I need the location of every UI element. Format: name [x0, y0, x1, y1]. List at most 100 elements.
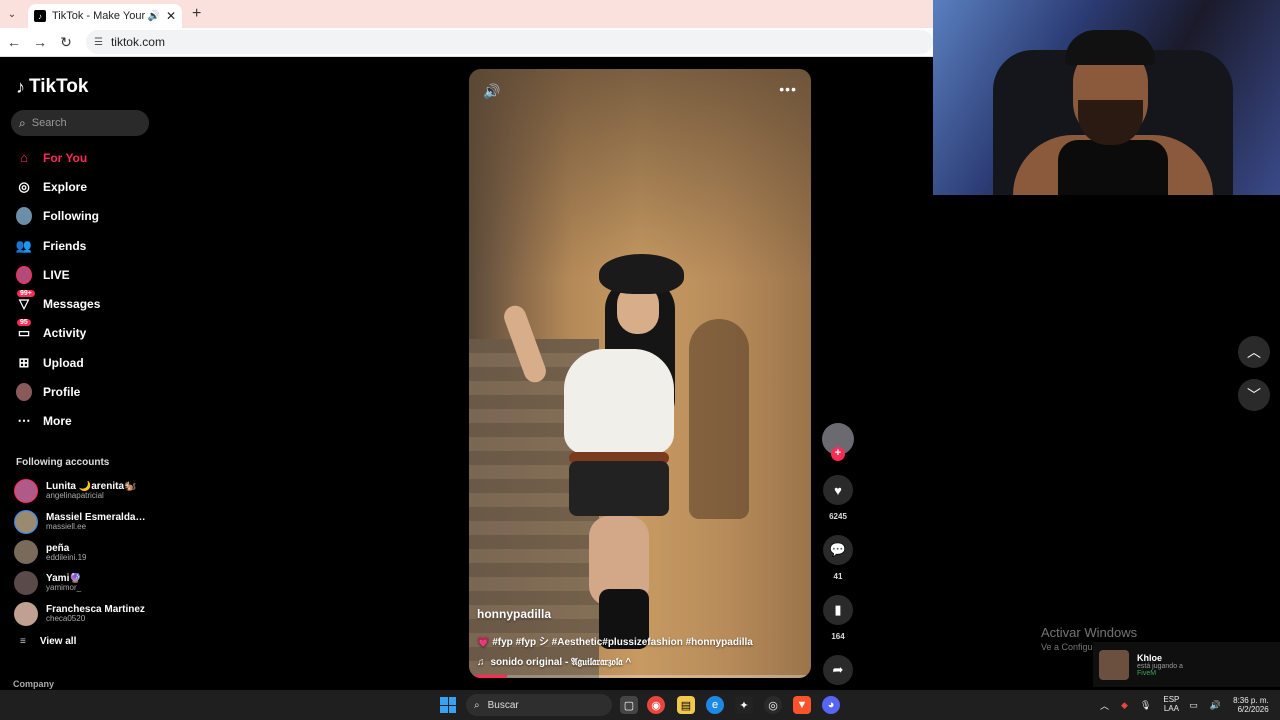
- obs-icon[interactable]: ◎: [764, 696, 782, 714]
- friends-icon: 👥: [15, 237, 33, 253]
- creator-avatar[interactable]: +: [822, 423, 854, 461]
- tiktok-favicon-icon: ♪: [34, 10, 46, 22]
- save-button[interactable]: ▮: [823, 595, 853, 625]
- clock[interactable]: 8:36 p. m. 6/2/2026: [1233, 696, 1269, 714]
- url-field[interactable]: ☰ tiktok.com: [86, 30, 933, 54]
- nav-explore[interactable]: ◎ Explore: [0, 172, 160, 201]
- nav-profile[interactable]: Profile: [0, 377, 160, 406]
- site-info-icon[interactable]: ☰: [94, 37, 103, 48]
- chrome-icon[interactable]: ◉: [647, 696, 665, 714]
- new-tab-button[interactable]: +: [192, 5, 201, 23]
- previous-video-button[interactable]: ︿: [1238, 336, 1270, 368]
- nav-label: Messages: [43, 297, 101, 312]
- taskbar-search[interactable]: ⌕ Buscar: [466, 694, 612, 716]
- file-explorer-icon[interactable]: ▤: [677, 696, 695, 714]
- back-button[interactable]: ←: [2, 34, 26, 50]
- nav-label: More: [43, 414, 72, 429]
- brave-icon[interactable]: ▼: [793, 696, 811, 714]
- tray-overflow-icon[interactable]: ︿: [1100, 699, 1109, 712]
- video-username[interactable]: honnypadilla: [477, 607, 797, 621]
- nav-friends[interactable]: 👥 Friends: [0, 231, 160, 260]
- share-icon: ➦: [832, 662, 844, 677]
- avatar: [14, 509, 38, 534]
- account-item[interactable]: Lunita 🌙arenita🐿️ angelinapatricial: [14, 476, 160, 507]
- activity-icon: ▭ 95: [17, 319, 31, 341]
- avatar: [14, 479, 38, 504]
- tab-search-chevron-icon[interactable]: ⌄: [0, 0, 24, 28]
- nav-more[interactable]: ⋯ More: [0, 407, 160, 436]
- clock-date: 6/2/2026: [1237, 705, 1269, 714]
- discord-icon[interactable]: ◕: [822, 696, 840, 714]
- taskbar: ⌕ Buscar ▢ ◉ ▤ e ✦ ◎ ▼ ◕ ︿ ◆ 🎙 ESP LAA ▭…: [0, 690, 1280, 720]
- save-count: 164: [831, 632, 845, 641]
- video-progress-bar[interactable]: [469, 675, 811, 678]
- tiktok-logo[interactable]: ♪ TikTok: [16, 76, 88, 98]
- forward-button[interactable]: →: [28, 34, 52, 50]
- tab-audio-icon[interactable]: 🔊: [147, 11, 159, 22]
- comment-icon: 💬: [829, 542, 847, 557]
- nav-upload[interactable]: ⊞ Upload: [0, 348, 160, 377]
- reload-button[interactable]: ↻: [54, 34, 78, 51]
- nav-live[interactable]: LIVE: [0, 260, 160, 289]
- upload-icon: ⊞: [18, 354, 30, 370]
- search-input[interactable]: ⌕ Search: [11, 110, 149, 136]
- nav-label: Profile: [43, 385, 81, 400]
- account-item[interactable]: Franchesca Martinez checa0520: [14, 598, 160, 629]
- app-icon[interactable]: ✦: [735, 696, 753, 714]
- volume-icon[interactable]: 🔊: [1210, 700, 1221, 711]
- video-sound[interactable]: ♫ sonido original - 𝔄𝔤𝔲𝔦𝔩𝔞𝔯𝔞𝔯𝔷𝔬𝔩𝔞 ^: [477, 657, 797, 668]
- lang-bottom: LAA: [1163, 704, 1179, 713]
- share-button[interactable]: ➦: [823, 655, 853, 685]
- microphone-icon[interactable]: 🎙: [1140, 700, 1151, 711]
- like-button[interactable]: ♥: [823, 475, 853, 505]
- video-player[interactable]: 🔊 ••• honnypadilla 💗 #fyp #fyp シ #Aesthe…: [469, 69, 811, 678]
- nav-messages[interactable]: ▽ 99+ Messages: [0, 289, 160, 318]
- language-indicator[interactable]: ESP LAA: [1163, 695, 1179, 714]
- tiktok-note-icon: ♪: [16, 76, 25, 97]
- video-progress-fill: [469, 675, 507, 678]
- system-tray: ︿ ◆ 🎙 ESP LAA ▭ 🔊 8:36 p. m. 6/2/2026: [1100, 690, 1269, 720]
- avatar: [14, 601, 38, 626]
- comment-button[interactable]: 💬: [823, 535, 853, 565]
- nav-activity[interactable]: ▭ 95 Activity: [0, 319, 160, 348]
- account-name: peña: [46, 542, 70, 554]
- tray-app-icon[interactable]: ◆: [1121, 700, 1128, 711]
- company-link[interactable]: Company: [13, 679, 54, 689]
- account-item[interactable]: Massiel Esmeralda ... massiell.ee: [14, 507, 160, 538]
- search-icon: ⌕: [474, 699, 480, 711]
- following-accounts-title: Following accounts: [16, 457, 110, 468]
- browser-tab-tiktok[interactable]: ♪ TikTok - Make Your Day 🔊 ✕: [28, 4, 182, 28]
- account-item[interactable]: peña eddileini.19: [14, 537, 160, 568]
- nav-label: Upload: [43, 355, 84, 370]
- account-handle: checa0520: [46, 613, 86, 623]
- bookmark-icon: ▮: [834, 602, 842, 617]
- heart-icon: ♥: [834, 482, 842, 498]
- task-view-icon[interactable]: ▢: [620, 696, 638, 714]
- avatar: [1099, 649, 1129, 680]
- view-all-button[interactable]: ≡ View all: [20, 636, 76, 647]
- video-more-icon[interactable]: •••: [779, 81, 797, 97]
- nav-for-you[interactable]: ⌂ For You: [0, 143, 160, 172]
- next-video-button[interactable]: ﹀: [1238, 379, 1270, 411]
- music-note-icon: ♫: [477, 657, 485, 668]
- live-icon: [16, 265, 32, 284]
- game-activity-toast[interactable]: Khloe está jugando a FiveM: [1093, 642, 1280, 687]
- volume-icon[interactable]: 🔊: [483, 83, 500, 100]
- webcam-overlay: [933, 0, 1280, 195]
- edge-icon[interactable]: e: [706, 696, 724, 714]
- tab-close-button[interactable]: ✕: [166, 9, 176, 23]
- messages-badge: 99+: [17, 290, 35, 298]
- search-icon: ⌕: [19, 115, 26, 130]
- video-info: honnypadilla 💗 #fyp #fyp シ #Aesthetic#pl…: [477, 607, 797, 668]
- nav-following[interactable]: Following: [0, 202, 160, 231]
- more-icon: ⋯: [17, 413, 31, 429]
- view-all-label: View all: [39, 636, 77, 647]
- account-handle: angelinapatricial: [46, 491, 104, 501]
- messages-icon: ▽ 99+: [16, 290, 35, 312]
- following-avatar-icon: [16, 207, 32, 226]
- windows-start-icon[interactable]: [440, 697, 456, 713]
- nav-label: Explore: [43, 179, 88, 194]
- follow-plus-icon[interactable]: +: [831, 447, 845, 461]
- network-icon[interactable]: ▭: [1189, 700, 1198, 711]
- account-item[interactable]: Yami🔮 yamimor_: [14, 568, 160, 599]
